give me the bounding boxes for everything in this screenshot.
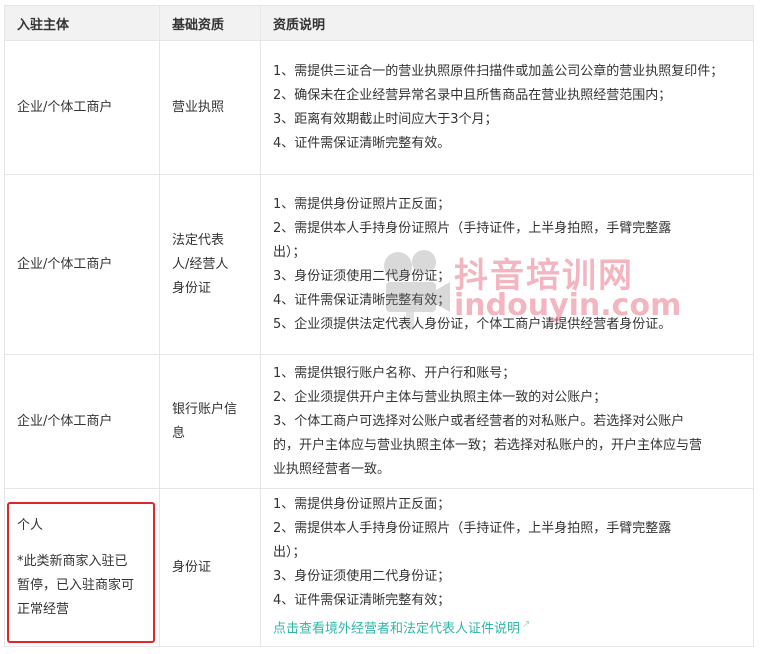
subject-label: 企业/个体工商户: [17, 99, 113, 115]
qualification-label: 身份证: [172, 280, 212, 296]
overseas-documents-link[interactable]: 点击查看境外经营者和法定代表人证件说明 ↗: [273, 613, 741, 641]
qualification-label: 人/经营人: [172, 256, 229, 272]
subject-label: 企业/个体工商户: [17, 413, 113, 429]
qualification-cell: 身份证: [159, 488, 261, 647]
description-line: 2、需提供本人手持身份证照片（手持证件，上半身拍照，手臂完整露: [273, 521, 672, 537]
qualification-label: 营业执照: [172, 99, 225, 115]
qualification-cell: 法定代表 人/经营人 身份证: [159, 174, 261, 355]
film-camera-icon: [384, 250, 450, 330]
subject-cell: 企业/个体工商户: [4, 174, 160, 355]
external-link-icon: ↗: [522, 619, 531, 631]
description-line: 3、身份证须使用二代身份证；: [273, 569, 451, 585]
description-line: 3、距离有效期截止时间应大于3个月；: [273, 111, 498, 127]
qualification-cell: 银行账户信 息: [159, 354, 261, 489]
description-line: 出）；: [273, 545, 306, 561]
qualification-cell: 营业执照: [159, 40, 261, 175]
overseas-documents-link-label[interactable]: 点击查看境外经营者和法定代表人证件说明: [273, 622, 520, 637]
description-line: 3、个体工商户可选择对公账户或者经营者的对私账户。若选择对公账户: [273, 413, 685, 429]
subject-cell: 企业/个体工商户: [4, 354, 160, 489]
description-line: 2、确保未在企业经营异常名录中且所售商品在营业执照经营范围内；: [273, 87, 672, 103]
description-cell: 1、需提供三证合一的营业执照原件扫描件或加盖公司公章的营业执照复印件； 2、确保…: [260, 40, 754, 175]
subject-label: 企业/个体工商户: [17, 256, 113, 272]
qualification-label: 法定代表: [172, 232, 225, 248]
description-line: 1、需提供三证合一的营业执照原件扫描件或加盖公司公章的营业执照复印件；: [273, 63, 724, 79]
header-subject: 入驻主体: [4, 5, 160, 41]
description-line: 1、需提供身份证照片正反面；: [273, 497, 451, 513]
description-cell: 1、需提供银行账户名称、开户行和账号； 2、企业须提供开户主体与营业执照主体一致…: [260, 354, 754, 489]
description-line: 2、企业须提供开户主体与营业执照主体一致的对公账户；: [273, 389, 607, 405]
description-line: 1、需提供身份证照片正反面；: [273, 196, 451, 212]
description-line: 的，开户主体应与营业执照主体一致；若选择对私账户的，开户主体应与营: [273, 437, 703, 453]
table-header-row: 入驻主体 基础资质 资质说明: [4, 5, 754, 41]
description-line: 业执照经营者一致。: [273, 461, 391, 477]
header-qualification: 基础资质: [159, 5, 261, 41]
description-cell: 1、需提供身份证照片正反面； 2、需提供本人手持身份证照片（手持证件，上半身拍照…: [260, 488, 754, 647]
watermark: 抖音培训网 indouyin.com: [380, 248, 682, 338]
description-line: 1、需提供银行账户名称、开户行和账号；: [273, 365, 516, 381]
table-row: 企业/个体工商户 银行账户信 息 1、需提供银行账户名称、开户行和账号； 2、企…: [4, 354, 754, 489]
description-line: 4、证件需保证清晰完整有效；: [273, 593, 451, 609]
qualification-label: 身份证: [172, 559, 212, 575]
table-row: 企业/个体工商户 营业执照 1、需提供三证合一的营业执照原件扫描件或加盖公司公章…: [4, 40, 754, 175]
subject-cell: 企业/个体工商户: [4, 40, 160, 175]
header-description: 资质说明: [260, 5, 754, 41]
highlight-box: [7, 502, 155, 643]
description-line: 2、需提供本人手持身份证照片（手持证件，上半身拍照，手臂完整露: [273, 220, 672, 236]
qualification-label: 银行账户信: [172, 401, 238, 417]
description-line: 4、证件需保证清晰完整有效。: [273, 135, 451, 151]
watermark-text-en: indouyin.com: [454, 288, 682, 323]
qualification-label: 息: [172, 425, 186, 441]
